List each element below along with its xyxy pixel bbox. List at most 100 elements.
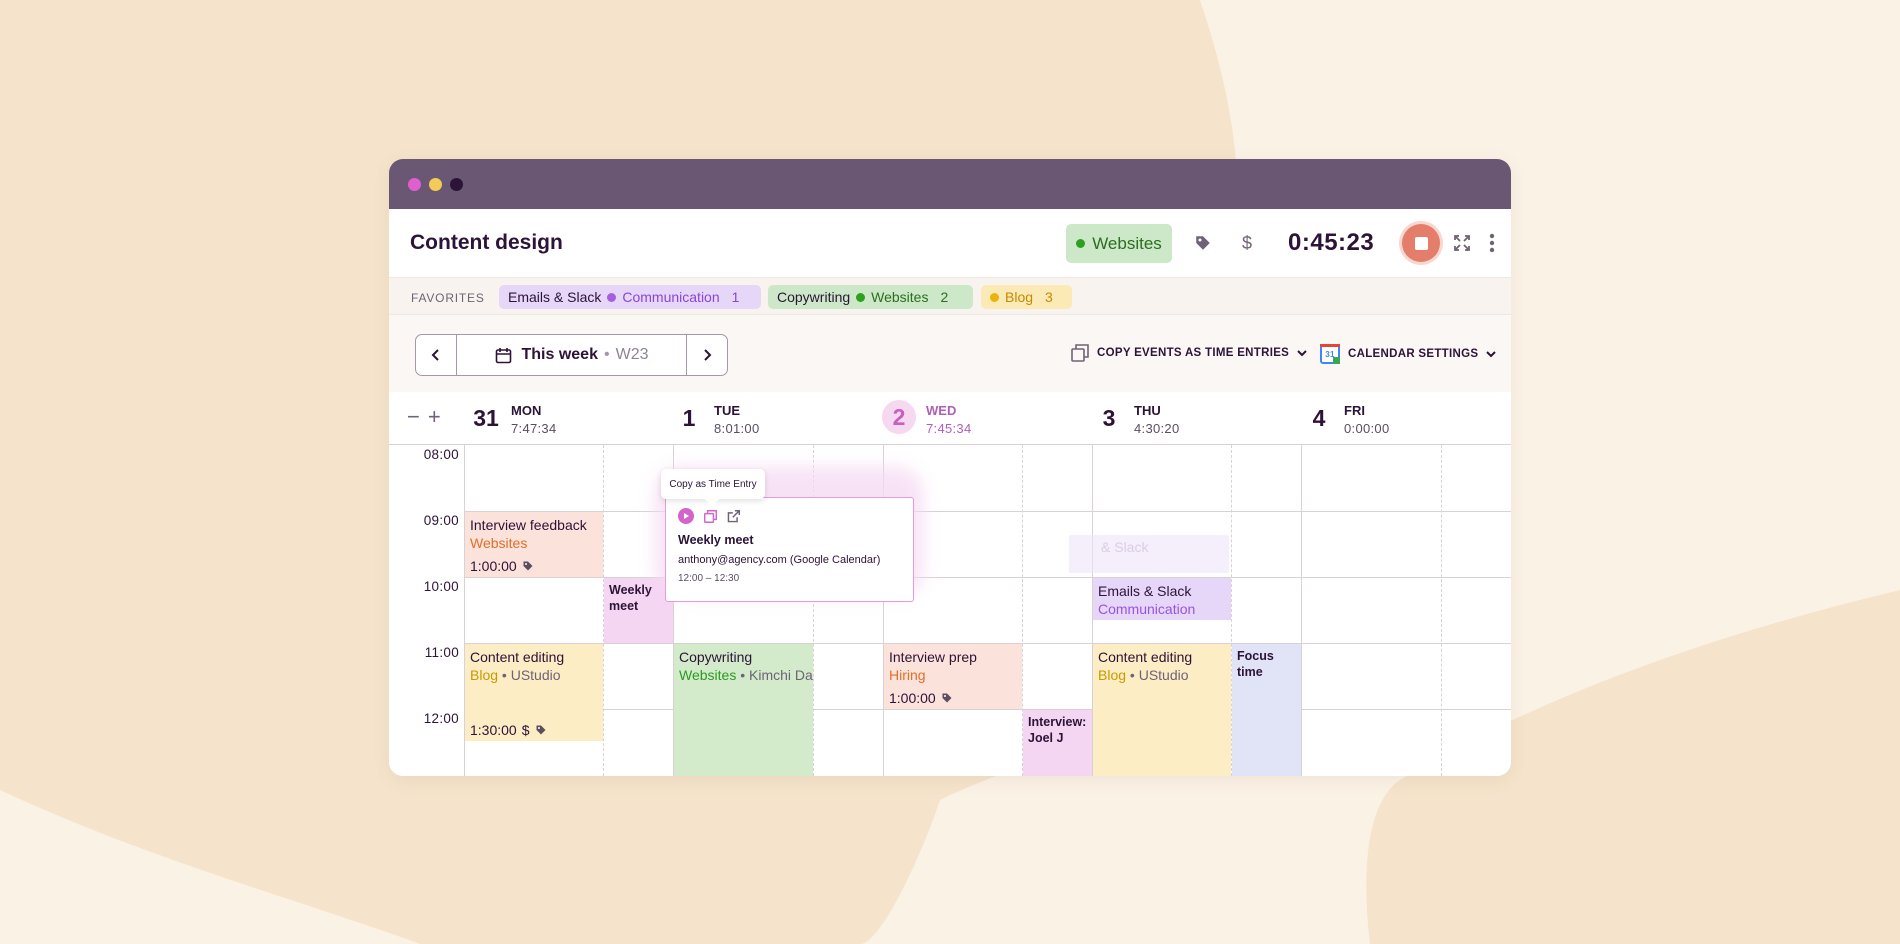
calendar-event-focus-time[interactable]: Focus time	[1232, 644, 1301, 776]
entry-project: Blog	[470, 667, 499, 683]
week-number: W23	[615, 346, 649, 363]
week-navigator: This week • W23	[415, 334, 728, 376]
google-calendar-icon: 31	[1320, 344, 1340, 364]
copy-icon	[1071, 344, 1089, 362]
calendar-settings-label: CALENDAR SETTINGS	[1348, 348, 1479, 360]
entry-title: Interview feedback	[470, 517, 587, 533]
time-entry-content-editing-mon[interactable]: Content editing Blog • UStudio 1:30:00 $	[465, 644, 603, 741]
entry-project: Communication	[1098, 601, 1196, 617]
entry-project-row: Websites • Kimchi Da	[679, 667, 813, 683]
time-entry-copywriting-tue[interactable]: Copywriting Websites • Kimchi Da	[674, 644, 813, 776]
day-header-wed[interactable]: 2 WED 7:45:34	[882, 400, 971, 436]
tag-icon[interactable]	[1193, 233, 1213, 253]
entry-project-row: Blog • UStudio	[1098, 667, 1189, 683]
time-entry-interview-prep[interactable]: Interview prep Hiring 1:00:00	[884, 644, 1022, 709]
time-entry-interview-feedback[interactable]: Interview feedback Websites 1:00:00	[465, 512, 603, 577]
entry-description[interactable]: Content design	[410, 231, 563, 255]
window-dot-dark[interactable]	[450, 178, 463, 191]
project-chip-label: Websites	[1092, 233, 1162, 253]
day-header-fri[interactable]: 4 FRI 0:00:00	[1304, 400, 1390, 436]
entry-client: Kimchi Da	[749, 667, 813, 683]
day-total: 8:01:00	[714, 421, 760, 436]
calendar-toolbar: This week • W23 COPY EVENTS AS TIME ENTR…	[389, 315, 1511, 392]
day-header-thu[interactable]: 3 THU 4:30:20	[1094, 400, 1180, 436]
entry-project: Websites	[679, 667, 737, 683]
stop-icon	[1414, 236, 1428, 250]
window-dot-yellow[interactable]	[429, 178, 442, 191]
calendar-grid[interactable]: 08:00 09:00 10:00 11:00 12:00 Interview …	[389, 445, 1511, 776]
previous-week-button[interactable]	[416, 335, 457, 375]
title-bar	[389, 159, 1511, 209]
half-column-line	[1441, 445, 1442, 776]
hour-label: 09:00	[423, 513, 459, 528]
favorite-count: 3	[1045, 289, 1053, 305]
favorite-project-dot	[856, 292, 866, 302]
day-header-tue[interactable]: 1 TUE 8:01:00	[674, 400, 760, 436]
day-total: 7:45:34	[926, 421, 972, 436]
window-dot-pink[interactable]	[408, 178, 421, 191]
day-total: 7:47:34	[511, 421, 557, 436]
day-total: 4:30:20	[1134, 421, 1180, 436]
favorite-emails-slack[interactable]: Emails & Slack Communication 1	[499, 285, 761, 309]
entry-client: UStudio	[510, 667, 561, 683]
favorite-project-dot	[990, 292, 999, 302]
day-name: THU	[1134, 403, 1161, 418]
time-entry-emails-slack[interactable]: Emails & Slack Communication	[1093, 578, 1231, 620]
copy-icon[interactable]	[704, 509, 717, 523]
entry-title: Content editing	[1098, 649, 1193, 665]
day-total: 0:00:00	[1344, 421, 1390, 436]
play-icon[interactable]	[678, 508, 694, 524]
entry-project-row: Blog • UStudio	[470, 667, 561, 683]
next-week-button[interactable]	[686, 335, 727, 375]
chevron-left-icon	[431, 349, 439, 361]
day-number: 4	[1312, 405, 1326, 431]
favorites-bar: FAVORITES Emails & Slack Communication 1…	[389, 277, 1511, 315]
calendar-settings-button[interactable]: 31 CALENDAR SETTINGS	[1320, 344, 1497, 364]
hour-label: 11:00	[424, 645, 459, 660]
week-day-header: −+ 31 MON 7:47:34 1 TUE 8:01:00 2 WED 7:45:…	[389, 392, 1511, 445]
entry-duration-row: 1:00:00	[470, 557, 534, 575]
favorite-description: Copywriting	[777, 289, 851, 305]
favorite-count: 1	[731, 289, 740, 305]
app-window: Content design Websites $ 0:45:23 FAVORI…	[389, 159, 1511, 776]
day-name: WED	[926, 403, 957, 418]
event-title: Focus time	[1237, 649, 1274, 679]
zoom-in-button[interactable]: +	[428, 404, 449, 429]
favorite-description: Emails & Slack	[508, 289, 602, 305]
project-chip[interactable]: Websites	[1066, 224, 1172, 263]
more-vertical-icon[interactable]	[1482, 233, 1502, 253]
svg-text:$: $	[1242, 233, 1252, 253]
entry-client: UStudio	[1138, 667, 1189, 683]
dollar-icon[interactable]: $	[1238, 233, 1258, 253]
dollar-icon: $	[521, 722, 530, 738]
expand-icon[interactable]	[1452, 233, 1472, 253]
calendar-event-interview-joel[interactable]: Interview: Joel J	[1023, 710, 1092, 776]
timer-header: Content design Websites $ 0:45:23	[389, 209, 1511, 277]
day-number-today: 2	[882, 400, 916, 434]
external-link-icon[interactable]	[727, 509, 740, 523]
zoom-out-button[interactable]: −	[407, 404, 428, 429]
entry-duration-row: 1:30:00 $	[470, 721, 547, 739]
favorites-label: FAVORITES	[411, 291, 485, 305]
week-picker[interactable]: This week • W23	[457, 335, 686, 375]
day-column-line	[1301, 445, 1302, 776]
popover-actions	[678, 508, 901, 524]
favorite-copywriting[interactable]: Copywriting Websites 2	[768, 285, 973, 309]
copy-events-button[interactable]: COPY EVENTS AS TIME ENTRIES	[1071, 344, 1307, 362]
event-title: Interview: Joel J	[1028, 715, 1087, 745]
favorite-blog[interactable]: Blog 3	[981, 285, 1072, 309]
entry-duration: 1:00:00	[889, 690, 936, 706]
time-entry-content-editing-thu[interactable]: Content editing Blog • UStudio	[1093, 644, 1231, 776]
popover-calendar: anthony@agency.com (Google Calendar)	[678, 554, 881, 566]
day-header-mon[interactable]: 31 MON 7:47:34	[471, 400, 556, 436]
entry-project: Blog	[1098, 667, 1127, 683]
chevron-down-icon	[1486, 350, 1497, 357]
entry-title: Copywriting	[679, 649, 753, 665]
stop-timer-button[interactable]	[1402, 224, 1440, 262]
entry-title: Emails & Slack	[1098, 583, 1192, 599]
favorite-count: 2	[940, 289, 949, 305]
chevron-down-icon	[1297, 349, 1307, 356]
tag-icon	[942, 693, 952, 703]
chevron-right-icon	[704, 349, 712, 361]
calendar-icon	[495, 347, 511, 363]
